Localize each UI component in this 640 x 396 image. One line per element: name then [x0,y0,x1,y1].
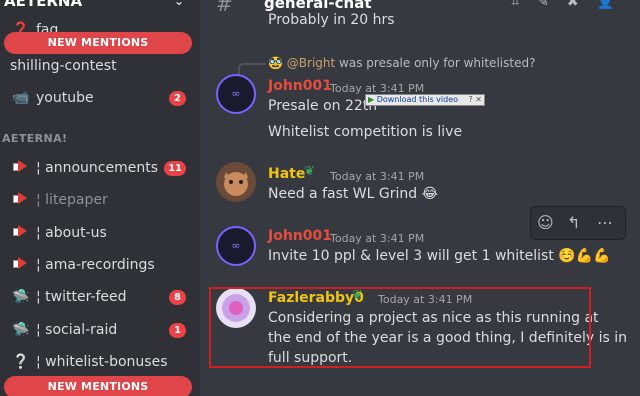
more-options-icon[interactable]: ⋯ [597,213,613,232]
reply-arrow-icon[interactable]: ↰ [567,213,580,232]
channel-shilling-contest[interactable]: shilling-contest [0,52,200,80]
message-text: Invite 10 ppl & level 3 will get 1 white… [268,248,611,264]
download-label[interactable]: Download this video [377,95,458,104]
channel-name: ¦ about-us [36,225,107,241]
reply-connector [238,63,266,75]
timestamp: Today at 3:41 PM [330,170,425,183]
message-action-bar: ☺ ↰ ⋯ [530,206,626,240]
megaphone-icon [10,225,32,241]
channel-name: ¦ announcements [36,160,159,176]
channel-social-raid[interactable]: 🛸 ¦ social-raid 1 [0,316,200,344]
category-aeterna[interactable]: AETERNA! [2,132,67,145]
play-icon: ▶ [368,95,375,104]
previous-message-text: Probably in 20 hrs [268,12,395,28]
channel-name: shilling-contest [10,58,117,74]
timestamp: Today at 3:41 PM [330,232,425,245]
unread-badge: 1 [169,322,186,338]
toolbar-icons[interactable]: ⌗✎✖👤 [511,0,632,10]
reply-avatar-icon: 🥸 [268,56,283,70]
channel-name: youtube [36,90,94,106]
channel-litepaper[interactable]: ¦ litepaper [0,186,200,214]
channel-youtube[interactable]: 📹 youtube 2 [0,84,200,112]
reply-text: was presale only for whitelisted? [339,56,536,70]
discord-window: AETERNA ⌄ ❓ faq NEW MENTIONS shilling-co… [0,0,640,396]
camera-icon: 📹 [12,90,30,106]
unread-badge: 2 [169,90,186,106]
avatar[interactable]: ∞ [216,226,256,266]
svg-text:∞: ∞ [231,87,240,100]
channel-name: ¦ ama-recordings [36,257,155,273]
message-text: Presale on 22th [268,98,378,114]
channel-topbar: # general-chat ⌗✎✖👤 [200,0,640,16]
reply-mention[interactable]: @Bright [287,56,335,70]
add-reaction-icon[interactable]: ☺ [537,213,554,232]
channel-name: ¦ twitter-feed [36,289,127,305]
channel-name: ¦ whitelist-bonuses [36,354,168,370]
channel-name: ¦ litepaper [36,192,108,208]
username[interactable]: John001 [268,228,332,244]
username[interactable]: Hate [268,166,305,182]
avatar[interactable]: ∞ [216,74,256,114]
channel-announcements[interactable]: ¦ announcements 11 [0,154,200,182]
ufo-icon: 🛸 [12,289,30,305]
megaphone-icon [10,160,32,176]
svg-text:∞: ∞ [231,239,240,252]
channel-ama-recordings[interactable]: ¦ ama-recordings [0,251,200,279]
question-icon: ❔ [12,354,30,370]
new-mentions-pill-bottom[interactable]: NEW MENTIONS [4,376,192,396]
channel-sidebar: AETERNA ⌄ ❓ faq NEW MENTIONS shilling-co… [0,0,200,396]
channel-name: ¦ social-raid [36,322,118,338]
avatar[interactable] [216,162,256,202]
close-icon[interactable]: ? ✕ [469,95,483,105]
sprout-icon: ❦ [304,164,315,179]
channel-twitter-feed[interactable]: 🛸 ¦ twitter-feed 8 [0,283,200,311]
megaphone-icon [10,192,32,208]
new-mentions-pill-top[interactable]: NEW MENTIONS [4,32,192,54]
unread-badge: 8 [169,289,186,305]
highlight-frame [209,287,591,368]
reply-preview[interactable]: 🥸 @Bright was presale only for whitelist… [268,56,535,70]
message-text: Whitelist competition is live [268,124,463,140]
channel-whitelist-bonuses[interactable]: ❔ ¦ whitelist-bonuses [0,348,200,376]
username[interactable]: John001 [268,78,332,94]
download-video-bar[interactable]: ▶ Download this video ? ✕ [365,94,485,106]
hashtag-icon: # [216,0,233,16]
message-text: Need a fast WL Grind 😂 [268,186,438,202]
channel-title: general-chat [264,0,372,12]
ufo-icon: 🛸 [12,322,30,338]
channel-about-us[interactable]: ¦ about-us [0,219,200,247]
megaphone-icon [10,257,32,273]
chevron-down-icon[interactable]: ⌄ [174,0,184,8]
unread-badge: 11 [164,160,186,176]
server-name: AETERNA [4,0,83,10]
server-header[interactable]: AETERNA ⌄ [0,0,200,12]
